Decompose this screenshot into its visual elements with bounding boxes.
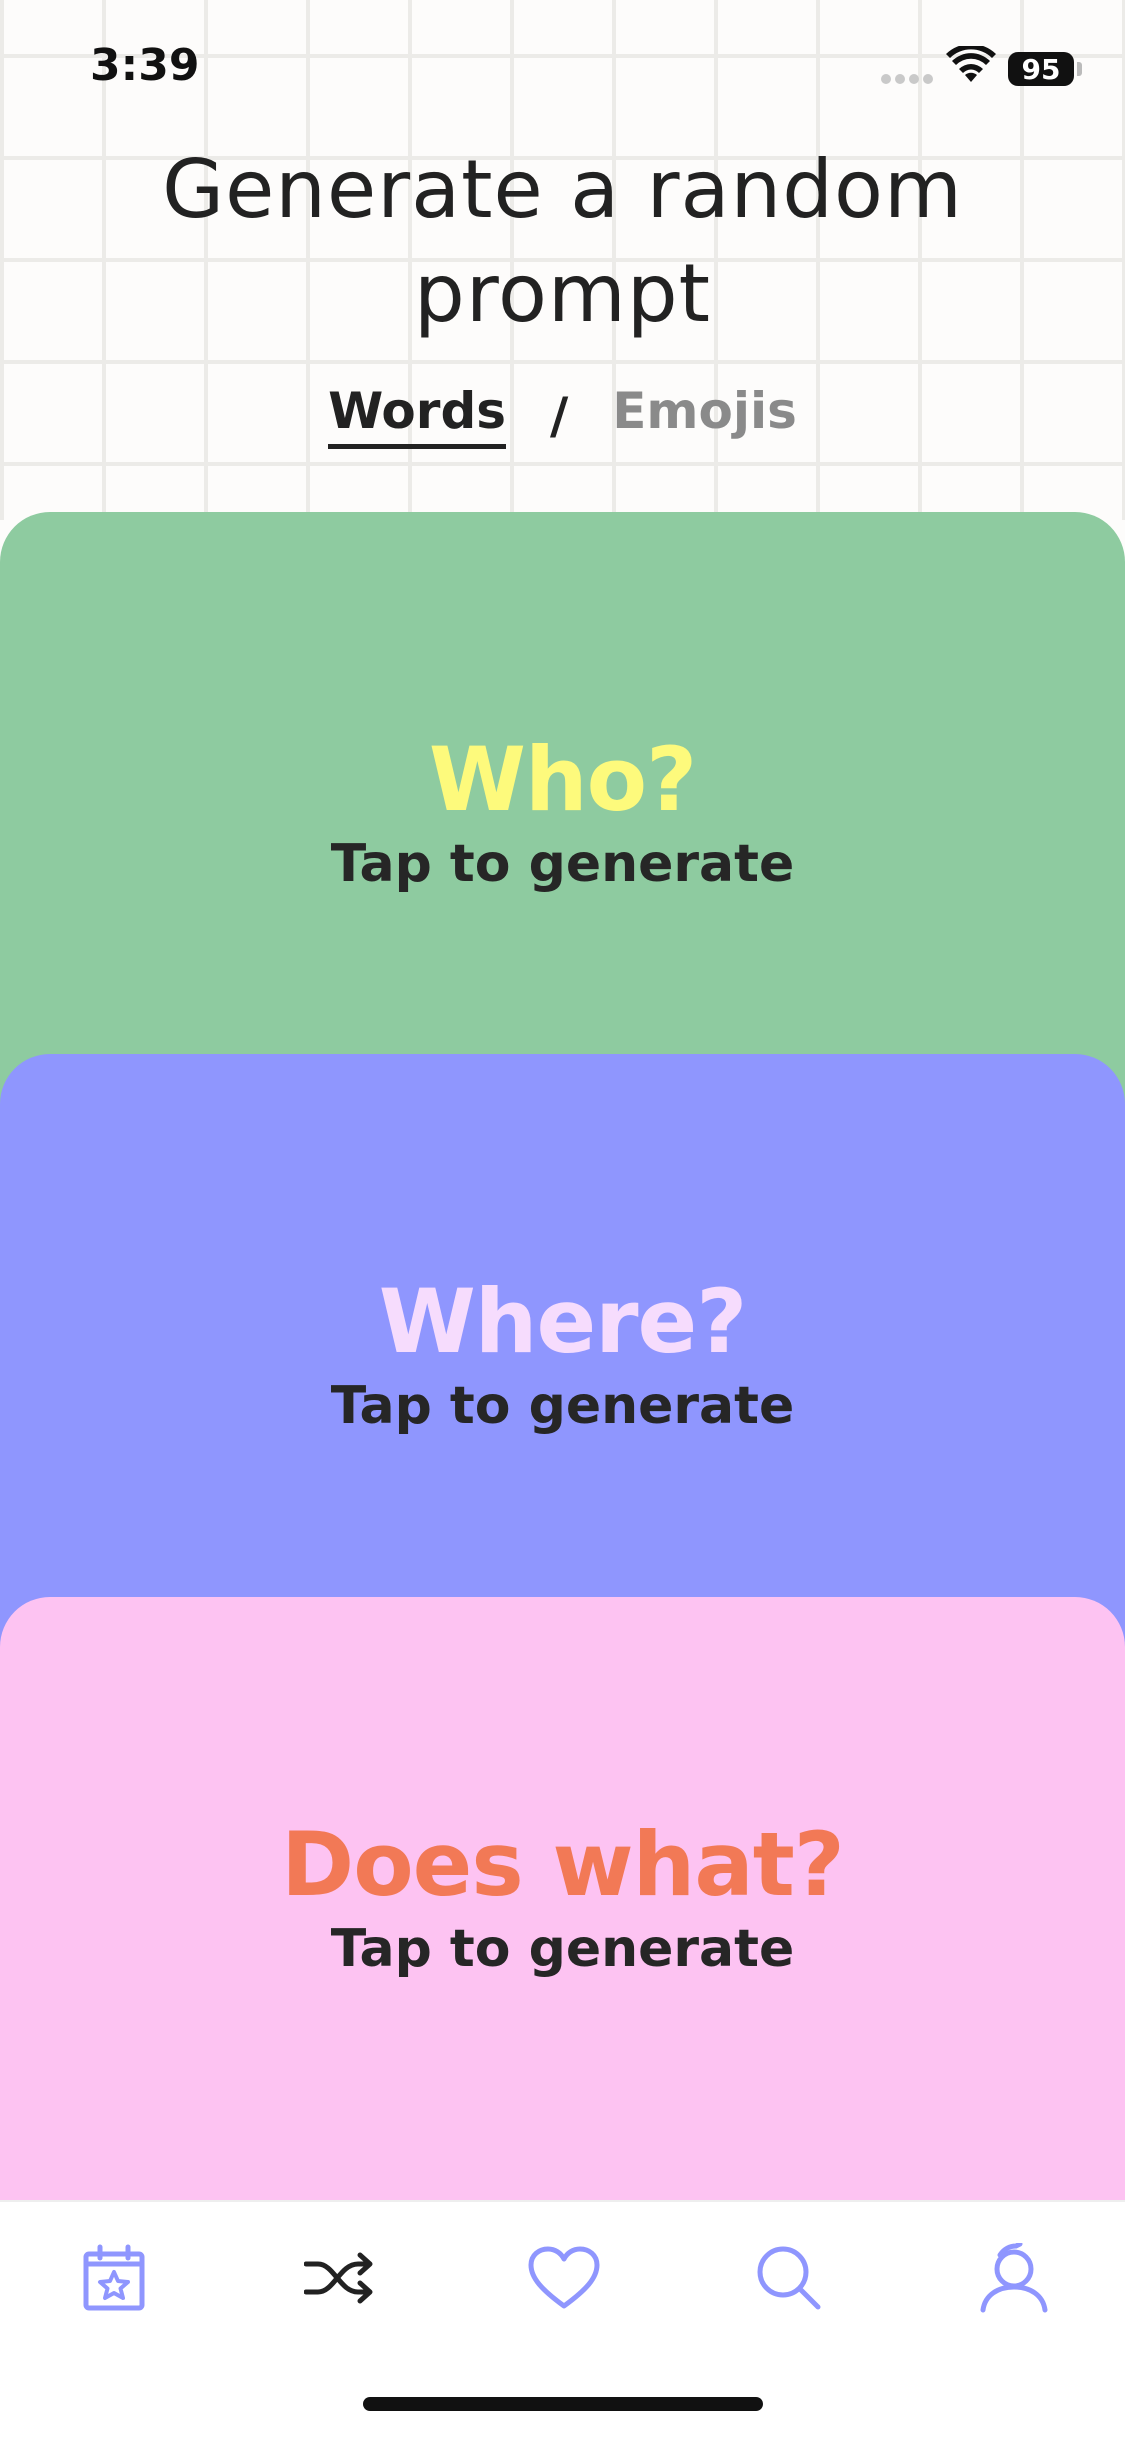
tab-emojis[interactable]: Emojis — [612, 382, 797, 449]
status-time: 3:39 — [90, 40, 200, 91]
page-title: Generate a random prompt — [0, 138, 1125, 346]
battery-nub — [1077, 62, 1082, 76]
tab-words[interactable]: Words — [328, 382, 506, 449]
where-hint: Tap to generate — [330, 1376, 795, 1436]
page-title-line1: Generate a random — [162, 143, 963, 236]
profile-icon — [980, 2243, 1048, 2313]
wifi-icon — [946, 46, 996, 82]
cellular-signal-icon — [881, 74, 933, 84]
tab-search[interactable] — [749, 2238, 829, 2318]
home-indicator[interactable] — [363, 2397, 763, 2411]
where-question: Where? — [378, 1270, 748, 1373]
who-card[interactable]: Who? Tap to generate — [0, 512, 1125, 1112]
where-card-content: Where? Tap to generate — [0, 1270, 1125, 1437]
who-card-content: Who? Tap to generate — [0, 728, 1125, 895]
battery-icon: 95 — [1008, 52, 1074, 86]
tab-random[interactable] — [299, 2238, 379, 2318]
tab-favorites[interactable] — [524, 2238, 604, 2318]
status-bar: 3:39 95 — [0, 0, 1125, 140]
shuffle-icon — [304, 2252, 373, 2304]
does-what-hint: Tap to generate — [330, 1919, 795, 1979]
search-icon — [757, 2246, 821, 2310]
heart-icon — [528, 2246, 600, 2309]
mode-switch: Words / Emojis — [0, 382, 1125, 449]
who-question: Who? — [428, 728, 697, 831]
calendar-star-icon — [83, 2244, 145, 2311]
page-title-line2: prompt — [414, 247, 711, 340]
tab-daily-prompt[interactable] — [74, 2238, 154, 2318]
where-card[interactable]: Where? Tap to generate — [0, 1054, 1125, 1654]
who-hint: Tap to generate — [330, 834, 795, 894]
does-what-card-content: Does what? Tap to generate — [0, 1813, 1125, 1980]
tab-profile[interactable] — [974, 2238, 1054, 2318]
does-what-question: Does what? — [281, 1813, 845, 1916]
mode-separator: / — [550, 386, 569, 445]
battery-level: 95 — [1021, 52, 1061, 86]
does-what-card[interactable]: Does what? Tap to generate — [0, 1597, 1125, 2200]
